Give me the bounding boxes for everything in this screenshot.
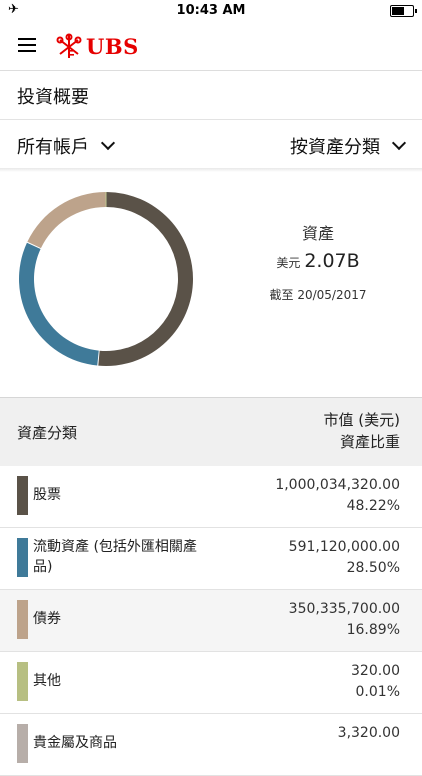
donut-slice-3[interactable] bbox=[27, 192, 106, 249]
asset-class-name: 貴金屬及商品 bbox=[33, 735, 117, 751]
ubs-brand-wordmark: UBS bbox=[86, 33, 139, 59]
color-swatch bbox=[17, 538, 28, 577]
color-swatch bbox=[17, 600, 28, 639]
market-value: 1,000,034,320.00 bbox=[275, 477, 400, 493]
top-navigation-bar: UBS bbox=[0, 22, 422, 71]
table-row[interactable]: 貴金屬及商品 3,320.00 bbox=[0, 714, 422, 776]
asset-class-name: 其他 bbox=[33, 673, 61, 689]
asset-class-name: 股票 bbox=[33, 487, 61, 503]
donut-slice-2[interactable] bbox=[18, 242, 99, 366]
total-assets-amount: 美元 2.07B bbox=[258, 250, 378, 272]
asset-class-name: 債券 bbox=[33, 611, 61, 627]
filter-bar: 所有帳戶 按資產分類 bbox=[0, 120, 422, 169]
weight-percent: 48.22% bbox=[346, 498, 400, 514]
asset-table-header: 資產分類 市值 (美元) 資產比重 bbox=[0, 397, 422, 467]
column-header-weight: 資產比重 bbox=[339, 433, 400, 451]
grouping-selector-dropdown[interactable]: 按資產分類 bbox=[290, 133, 407, 159]
table-row[interactable]: 其他 320.00 0.01% bbox=[0, 652, 422, 714]
weight-percent: 0.01% bbox=[355, 684, 400, 700]
page-title: 投資概要 bbox=[17, 87, 89, 108]
grouping-selector-label: 按資產分類 bbox=[290, 137, 380, 158]
ubs-logo: UBS bbox=[55, 31, 139, 61]
donut-slice-1[interactable] bbox=[98, 192, 194, 366]
donut-slice-4[interactable] bbox=[105, 192, 107, 208]
ubs-keys-icon bbox=[56, 33, 82, 58]
status-bar: ✈ 10:43 AM bbox=[0, 0, 422, 22]
column-header-asset-class: 資產分類 bbox=[17, 424, 78, 442]
market-value: 320.00 bbox=[351, 663, 400, 679]
column-header-market-value: 市值 (美元) bbox=[323, 411, 400, 429]
market-value: 3,320.00 bbox=[337, 725, 400, 741]
table-row[interactable]: 債券 350,335,700.00 16.89% bbox=[0, 590, 422, 652]
table-row[interactable]: 股票 1,000,034,320.00 48.22% bbox=[0, 466, 422, 528]
account-selector-dropdown[interactable]: 所有帳戶 bbox=[17, 133, 116, 159]
status-time: 10:43 AM bbox=[176, 3, 246, 18]
hamburger-menu-icon[interactable] bbox=[18, 38, 36, 52]
page-header: 投資概要 bbox=[0, 71, 422, 120]
asset-summary-panel: 資產 美元 2.07B 截至 20/05/2017 bbox=[0, 172, 422, 396]
table-row[interactable]: 流動資產 (包括外匯相關產品) 591,120,000.00 28.50% bbox=[0, 528, 422, 590]
color-swatch bbox=[17, 476, 28, 515]
as-of-date: 截至 20/05/2017 bbox=[269, 288, 367, 302]
asset-table-body: 股票 1,000,034,320.00 48.22% 流動資產 (包括外匯相關產品… bbox=[0, 466, 422, 776]
column-header-value: 市值 (美元) 資產比重 bbox=[324, 409, 400, 453]
asset-allocation-donut-chart[interactable] bbox=[18, 191, 194, 367]
currency-label: 美元 bbox=[276, 256, 301, 270]
chevron-down-icon bbox=[100, 135, 116, 151]
market-value: 350,335,700.00 bbox=[288, 601, 400, 617]
color-swatch bbox=[17, 724, 28, 763]
total-assets-label: 資產 bbox=[301, 224, 334, 243]
account-selector-label: 所有帳戶 bbox=[17, 137, 89, 158]
total-assets-value: 2.07B bbox=[304, 250, 360, 272]
total-assets-info: 資產 美元 2.07B 截至 20/05/2017 bbox=[258, 220, 378, 303]
asset-class-name: 流動資產 (包括外匯相關產品) bbox=[33, 539, 197, 575]
chevron-down-icon bbox=[391, 135, 407, 151]
market-value: 591,120,000.00 bbox=[288, 539, 400, 555]
weight-percent: 16.89% bbox=[346, 622, 400, 638]
color-swatch bbox=[17, 662, 28, 701]
weight-percent: 28.50% bbox=[346, 560, 400, 576]
battery-icon bbox=[390, 5, 417, 17]
